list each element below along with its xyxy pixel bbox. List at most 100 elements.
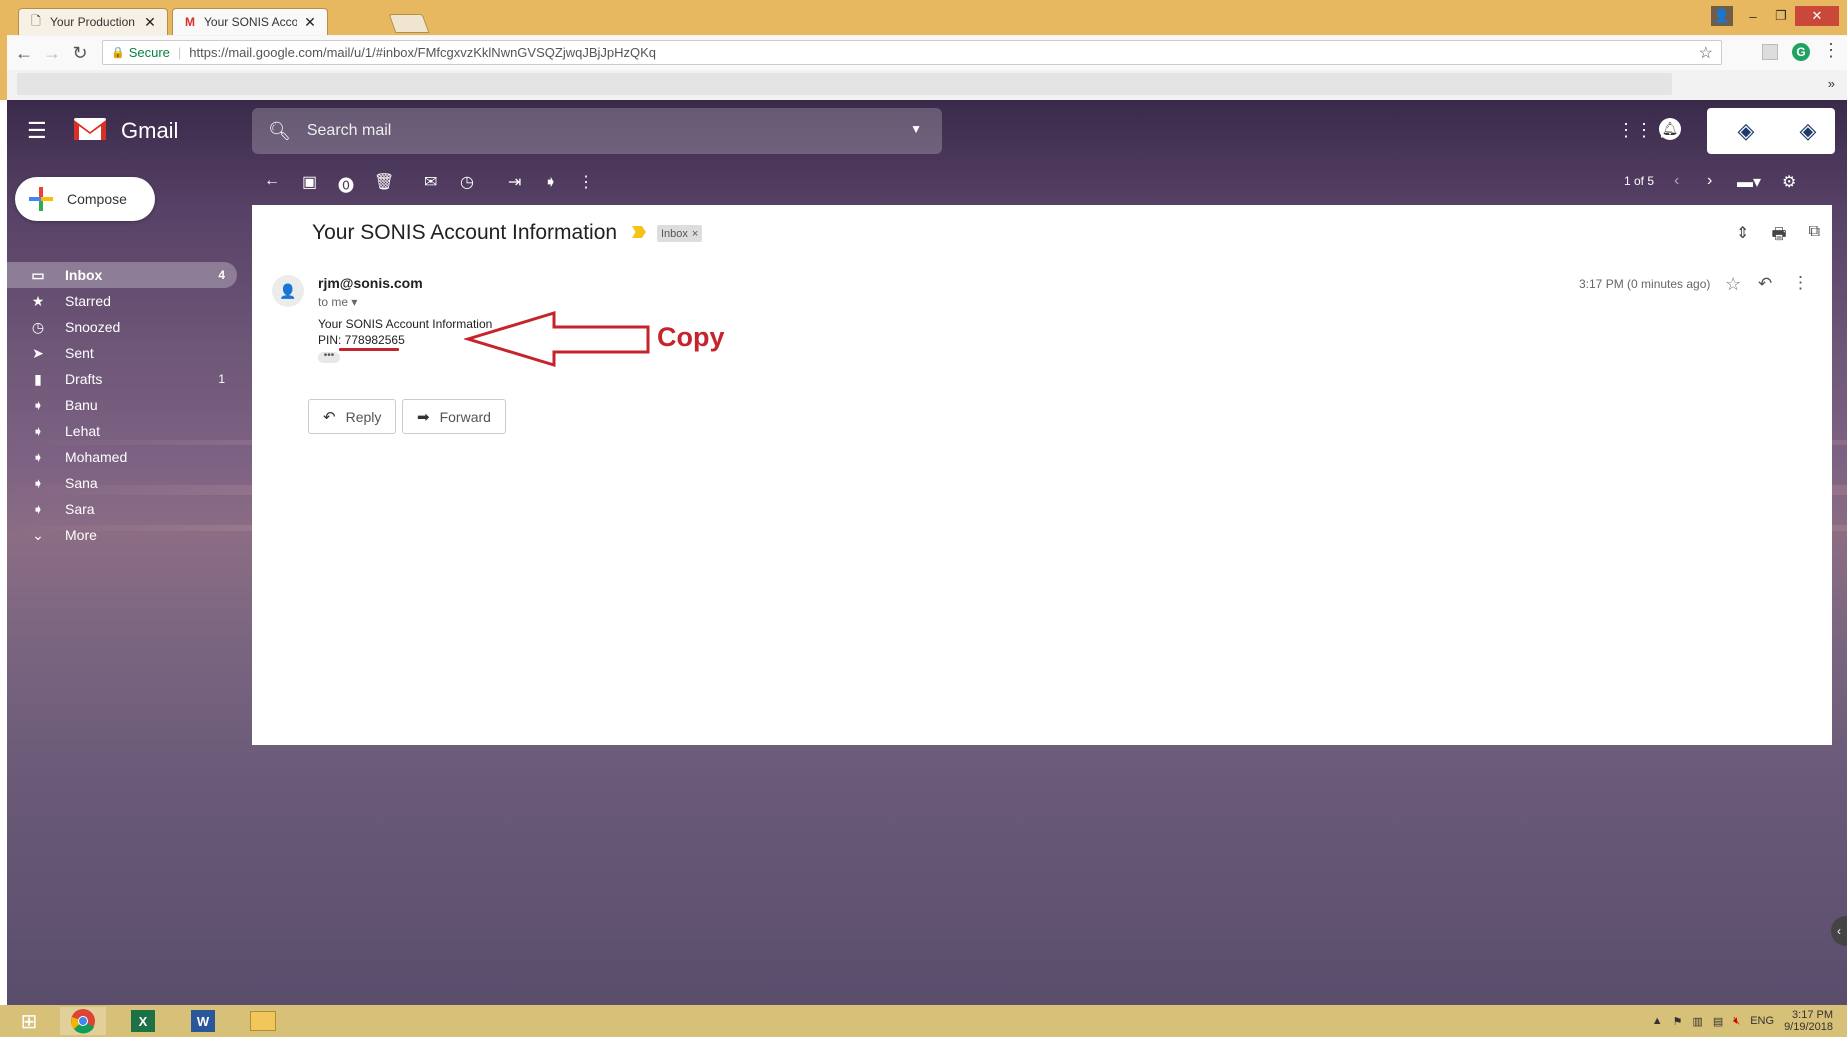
- expand-all-icon[interactable]: ⇕: [1736, 223, 1749, 250]
- archive-icon[interactable]: ▣: [302, 172, 317, 192]
- more-options-icon[interactable]: ⋮: [578, 172, 594, 192]
- folder-icon: [250, 1011, 276, 1031]
- tab-production-database[interactable]: 🗋 Your Production Databas ✕: [18, 8, 168, 35]
- settings-gear-icon[interactable]: ⚙: [1782, 172, 1796, 192]
- message-more-icon[interactable]: ⋮: [1792, 273, 1809, 293]
- new-window-icon[interactable]: ⧉: [1809, 223, 1820, 250]
- clock-time: 3:17 PM: [1792, 1009, 1833, 1021]
- star-message-icon[interactable]: ☆: [1725, 274, 1741, 295]
- new-tab-button[interactable]: [388, 14, 430, 33]
- windows-logo-icon: ⊞: [20, 1010, 38, 1033]
- organization-logo-icon[interactable]: ◈: [1733, 118, 1759, 144]
- older-icon[interactable]: ›: [1707, 172, 1712, 190]
- sidebar-item-count: 4: [218, 268, 225, 282]
- taskbar-file-explorer[interactable]: [240, 1007, 286, 1035]
- bookmark-star-icon[interactable]: ☆: [1699, 43, 1713, 63]
- close-window-button[interactable]: ✕: [1795, 6, 1839, 26]
- extension-icon[interactable]: [1762, 44, 1778, 60]
- labels-icon[interactable]: ➧: [544, 172, 557, 192]
- search-options-icon[interactable]: ▼: [910, 122, 922, 136]
- sidebar-item-banu[interactable]: ➧ Banu: [7, 392, 237, 418]
- sidebar-item-label: Mohamed: [65, 449, 128, 465]
- back-button[interactable]: ←: [13, 42, 35, 64]
- tab-title: Your SONIS Account Info: [204, 15, 297, 29]
- taskbar-excel[interactable]: X: [120, 1007, 166, 1035]
- account-avatar-icon[interactable]: ◈: [1795, 118, 1821, 144]
- tab-close-icon[interactable]: ✕: [143, 14, 157, 31]
- email-pin-line[interactable]: PIN: 778982565: [318, 333, 405, 347]
- inbox-label-chip[interactable]: Inbox ×: [657, 225, 703, 242]
- flag-icon[interactable]: ⚑: [1673, 1015, 1683, 1028]
- sidebar-item-sent[interactable]: ➤ Sent: [7, 340, 237, 366]
- sidebar-item-lehat[interactable]: ➧ Lehat: [7, 418, 237, 444]
- page-icon: 🗋: [31, 13, 41, 28]
- chrome-icon: [71, 1009, 95, 1034]
- sidebar-item-mohamed[interactable]: ➧ Mohamed: [7, 444, 237, 470]
- search-icon[interactable]: 🔍︎: [268, 121, 291, 142]
- taskbar-clock[interactable]: 3:17 PM 9/19/2018: [1784, 1009, 1833, 1033]
- minimize-button[interactable]: –: [1739, 6, 1767, 26]
- forward-button[interactable]: →: [41, 42, 63, 64]
- inbox-icon: ▭: [31, 266, 45, 283]
- volume-muted-icon[interactable]: 🔇︎: [1733, 1015, 1740, 1028]
- remove-label-icon[interactable]: ×: [692, 228, 698, 240]
- bookmarks-more-button[interactable]: »: [1828, 76, 1835, 91]
- move-to-icon[interactable]: ⇥: [508, 172, 521, 192]
- taskbar-word[interactable]: W: [180, 1007, 226, 1035]
- search-input[interactable]: [306, 122, 867, 140]
- mark-unread-icon[interactable]: ✉: [424, 172, 437, 192]
- print-icon[interactable]: 🖶: [1771, 223, 1786, 250]
- reply-button[interactable]: ↶ Reply: [308, 399, 397, 434]
- reply-label: Reply: [345, 408, 382, 425]
- language-indicator[interactable]: ENG: [1750, 1015, 1774, 1027]
- sidebar-item-label: Starred: [65, 293, 111, 309]
- power-icon[interactable]: ▤: [1713, 1015, 1723, 1028]
- gmail-logo-icon[interactable]: [73, 116, 107, 142]
- taskbar-chrome[interactable]: [60, 1007, 106, 1035]
- reload-button[interactable]: ↻: [69, 42, 91, 64]
- url-text[interactable]: https://mail.google.com/mail/u/1/#inbox/…: [189, 45, 656, 60]
- newer-icon[interactable]: ‹: [1674, 172, 1679, 190]
- snooze-icon[interactable]: ◷: [460, 172, 474, 192]
- grammarly-icon[interactable]: G: [1792, 43, 1810, 61]
- sidebar-item-snoozed[interactable]: ◷ Snoozed: [7, 314, 237, 340]
- sidebar-item-starred[interactable]: ★ Starred: [7, 288, 237, 314]
- separator: |: [177, 45, 182, 60]
- reply-arrow-icon: ↶: [323, 408, 336, 426]
- compose-button[interactable]: Compose: [15, 177, 155, 221]
- network-icon[interactable]: ▥: [1692, 1015, 1702, 1028]
- send-icon: ➤: [32, 344, 44, 361]
- main-menu-icon[interactable]: ☰: [27, 118, 47, 144]
- report-spam-icon[interactable]: ⓿: [338, 172, 354, 196]
- tab-close-icon[interactable]: ✕: [303, 14, 317, 31]
- recipient-summary[interactable]: to me ▾: [318, 295, 357, 309]
- delete-icon[interactable]: 🗑︎: [374, 172, 394, 192]
- reply-icon[interactable]: ↶: [1758, 274, 1772, 294]
- side-panel-toggle-icon[interactable]: ‹: [1831, 916, 1847, 946]
- show-details-icon[interactable]: ▾: [351, 295, 357, 309]
- recipient-text: to me: [318, 295, 349, 309]
- sidebar-item-more[interactable]: ⌄ More: [7, 522, 237, 548]
- clock-icon: ◷: [31, 318, 45, 335]
- user-profile-icon[interactable]: 👤: [1711, 6, 1733, 26]
- start-button[interactable]: ⊞: [6, 1007, 52, 1035]
- notifications-icon[interactable]: 🔔︎: [1659, 118, 1681, 140]
- sender-email[interactable]: rjm@sonis.com: [318, 275, 423, 291]
- sidebar-item-sara[interactable]: ➧ Sara: [7, 496, 237, 522]
- tab-sonis-account[interactable]: M Your SONIS Account Info ✕: [172, 8, 328, 35]
- forward-button[interactable]: ➡ Forward: [402, 399, 506, 434]
- input-tools-icon[interactable]: ▬▾: [1737, 172, 1761, 192]
- sidebar-item-inbox[interactable]: ▭ Inbox 4: [7, 262, 237, 288]
- sidebar-item-drafts[interactable]: ▮ Drafts 1: [7, 366, 237, 392]
- sidebar-item-sana[interactable]: ➧ Sana: [7, 470, 237, 496]
- label-icon: ➧: [32, 474, 44, 491]
- show-trimmed-content-button[interactable]: •••: [318, 351, 340, 363]
- omnibox[interactable]: 🔒 Secure | https://mail.google.com/mail/…: [102, 40, 1722, 65]
- importance-marker-icon[interactable]: [632, 226, 646, 238]
- sidebar-item-label: Sana: [65, 475, 98, 491]
- restore-button[interactable]: ❐: [1767, 6, 1795, 26]
- back-to-inbox-icon[interactable]: ←: [264, 172, 280, 190]
- browser-menu-icon[interactable]: ⋮: [1822, 40, 1840, 61]
- show-hidden-icons-icon[interactable]: ▲: [1652, 1015, 1663, 1027]
- search-bar[interactable]: 🔍︎ ▼: [252, 108, 942, 154]
